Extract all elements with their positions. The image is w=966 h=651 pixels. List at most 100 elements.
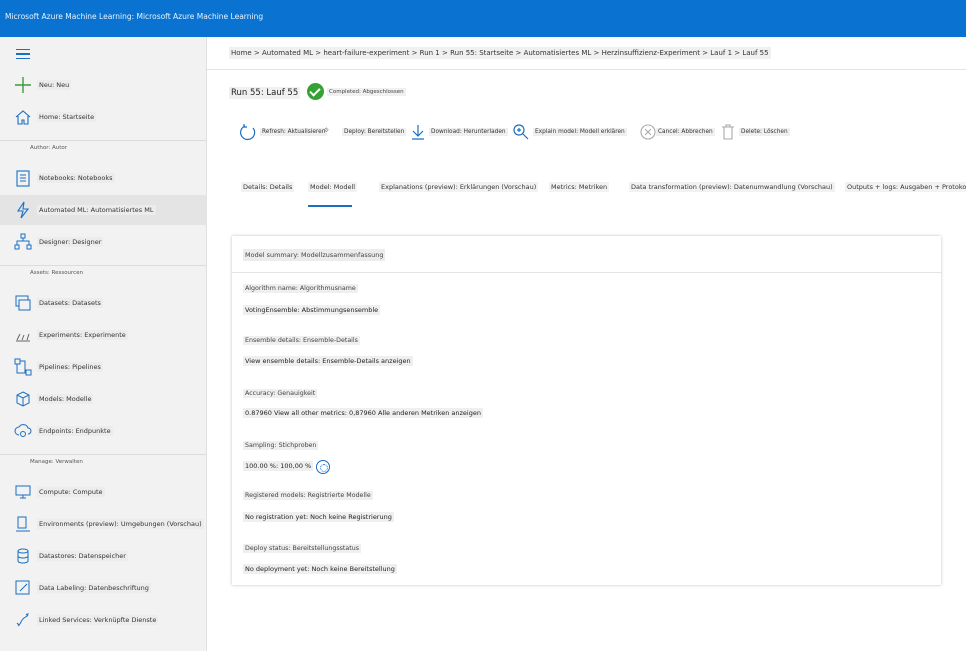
cloud-endpoint-icon: [14, 424, 32, 437]
sidebar: Neu: Neu Home: Startseite Author: Autor …: [0, 37, 207, 651]
page-title: Run 55: Lauf 55: [229, 87, 301, 99]
sidebar-item-label: Experiments: Experimente: [37, 330, 128, 340]
hierarchy-icon: [14, 233, 32, 250]
sidebar-item-automated-ml[interactable]: Automated ML: Automatisiertes ML: [0, 195, 207, 225]
window-title: Microsoft Azure Machine Learning: Micros…: [5, 12, 264, 21]
deploy-label: Deploy: Bereitstellen: [342, 128, 407, 136]
download-icon: [412, 125, 424, 140]
sampling-label: Sampling: Stichproben: [243, 441, 319, 450]
sidebar-item-label: Endpoints: Endpunkte: [37, 426, 113, 436]
hamburger-menu-icon[interactable]: [16, 49, 30, 59]
deploy-status-value: No deployment yet: Noch keine Bereitstel…: [243, 564, 397, 574]
pencil-icon: [15, 580, 30, 595]
tab-details[interactable]: Details: Details: [241, 182, 295, 192]
divider: [232, 272, 941, 273]
cancel-label: Cancel: Abbrechen: [656, 128, 715, 136]
sidebar-item-label: Environments (preview): Umgebungen (Vors…: [37, 519, 204, 529]
section-label-assets: Assets: Ressourcen: [30, 270, 84, 276]
card-header: Model summary: Modellzusammenfassung: [243, 249, 386, 261]
sidebar-item-compute[interactable]: Compute: Compute: [0, 477, 207, 507]
breadcrumb[interactable]: Home > Automated ML > heart-failure-expe…: [229, 47, 771, 59]
tab-model[interactable]: Model: Modell: [308, 182, 358, 192]
monitor-icon: [15, 485, 31, 499]
sidebar-item-new[interactable]: Neu: Neu: [0, 70, 207, 100]
divider: [0, 265, 207, 266]
sidebar-item-label: Notebooks: Notebooks: [37, 173, 115, 183]
sidebar-item-notebooks[interactable]: Notebooks: Notebooks: [0, 163, 207, 193]
tab-metrics[interactable]: Metrics: Metriken: [549, 182, 610, 192]
deploy-button[interactable]: ⟐ Deploy: Bereitstellen: [324, 123, 407, 143]
sidebar-item-environments[interactable]: Environments (preview): Umgebungen (Vors…: [0, 509, 207, 539]
sidebar-item-linked-services[interactable]: Linked Services: Verknüpfte Dienste: [0, 605, 207, 635]
status-text: Completed: Abgeschlossen: [327, 88, 406, 96]
cancel-icon: [640, 124, 656, 140]
trash-icon: [722, 124, 734, 140]
model-summary-card: Model summary: Modellzusammenfassung Alg…: [232, 236, 941, 585]
dataset-icon: [15, 295, 31, 311]
tab-explanations[interactable]: Explanations (preview): Erklärungen (Vor…: [379, 182, 539, 192]
algorithm-name-value: VotingEnsemble: Abstimmungsensemble: [243, 305, 381, 315]
algorithm-name-label: Algorithm name: Algorithmusname: [243, 284, 358, 293]
home-icon: [15, 110, 31, 125]
sidebar-item-label: Automated ML: Automatisiertes ML: [37, 205, 156, 215]
sidebar-item-datastores[interactable]: Datastores: Datenspeicher: [0, 541, 207, 571]
notebook-icon: [16, 170, 30, 187]
sidebar-item-label: Linked Services: Verknüpfte Dienste: [37, 615, 159, 625]
sidebar-item-label: Pipelines: Pipelines: [37, 362, 103, 372]
divider: [0, 140, 207, 141]
cube-icon: [16, 391, 30, 407]
lightning-icon: [16, 201, 30, 219]
checkmark-icon: [307, 83, 324, 100]
sidebar-item-label: Datasets: Datasets: [37, 298, 103, 308]
explain-model-button[interactable]: Explain model: Modell erklären: [512, 123, 627, 143]
refresh-button[interactable]: Refresh: Aktualisieren: [239, 123, 328, 143]
main-content: Home > Automated ML > heart-failure-expe…: [207, 37, 966, 651]
divider: [0, 454, 207, 455]
magnifier-icon: [513, 124, 529, 140]
refresh-icon: [240, 124, 256, 141]
sidebar-item-label: Models: Modelle: [37, 394, 94, 404]
sidebar-item-datasets[interactable]: Datasets: Datasets: [0, 288, 207, 318]
sidebar-item-data-labeling[interactable]: Data Labeling: Datenbeschriftung: [0, 573, 207, 603]
cancel-button[interactable]: Cancel: Abbrechen: [639, 123, 715, 143]
sidebar-item-label: Data Labeling: Datenbeschriftung: [37, 583, 151, 593]
registered-models-label: Registered models: Registrierte Modelle: [243, 491, 373, 500]
delete-button[interactable]: Delete: Löschen: [719, 123, 790, 143]
tab-data-transformation[interactable]: Data transformation (preview): Datenumwa…: [629, 182, 835, 192]
sidebar-item-pipelines[interactable]: Pipelines: Pipelines: [0, 352, 207, 382]
accuracy-label: Accuracy: Genauigkeit: [243, 389, 318, 398]
flask-icon: [16, 333, 30, 342]
sidebar-item-label: Neu: Neu: [37, 80, 72, 90]
database-icon: [17, 548, 29, 564]
explain-model-label: Explain model: Modell erklären: [533, 128, 627, 136]
tab-outputs-logs[interactable]: Outputs + logs: Ausgaben + Protokolle: [845, 182, 966, 192]
sidebar-item-label: Home: Startseite: [37, 112, 97, 122]
deploy-status-label: Deploy status: Bereitstellungsstatus: [243, 544, 361, 553]
sampling-info-icon[interactable]: [316, 460, 330, 474]
delete-label: Delete: Löschen: [739, 128, 790, 136]
sampling-value: 100.00 %: 100,00 %: [243, 461, 314, 471]
accuracy-value[interactable]: 0.87960 View all other metrics: 0,87960 …: [243, 408, 483, 418]
sidebar-item-experiments[interactable]: Experiments: Experimente: [0, 320, 207, 350]
divider: [207, 69, 966, 70]
registered-models-value: No registration yet: Noch keine Registri…: [243, 512, 394, 522]
ensemble-details-link[interactable]: View ensemble details: Ensemble-Details …: [243, 356, 413, 366]
link-icon: [16, 612, 29, 627]
deploy-icon: ⟐: [324, 127, 329, 134]
section-label-manage: Manage: Verwalten: [30, 459, 83, 465]
refresh-label: Refresh: Aktualisieren: [260, 128, 328, 136]
pipeline-icon: [14, 358, 32, 376]
download-button[interactable]: Download: Herunterladen: [409, 123, 508, 143]
sidebar-item-endpoints[interactable]: Endpoints: Endpunkte: [0, 416, 207, 446]
ensemble-details-label: Ensemble details: Ensemble-Details: [243, 336, 360, 345]
sidebar-item-home[interactable]: Home: Startseite: [0, 102, 207, 132]
sidebar-item-label: Designer: Designer: [37, 237, 104, 247]
sidebar-item-models[interactable]: Models: Modelle: [0, 384, 207, 414]
plus-icon: [15, 77, 31, 93]
environment-icon: [16, 516, 30, 532]
top-bar: Microsoft Azure Machine Learning: Micros…: [0, 0, 966, 37]
active-tab-indicator: [308, 205, 352, 207]
sidebar-item-label: Compute: Compute: [37, 487, 105, 497]
sidebar-item-label: Datastores: Datenspeicher: [37, 551, 128, 561]
sidebar-item-designer[interactable]: Designer: Designer: [0, 227, 207, 257]
